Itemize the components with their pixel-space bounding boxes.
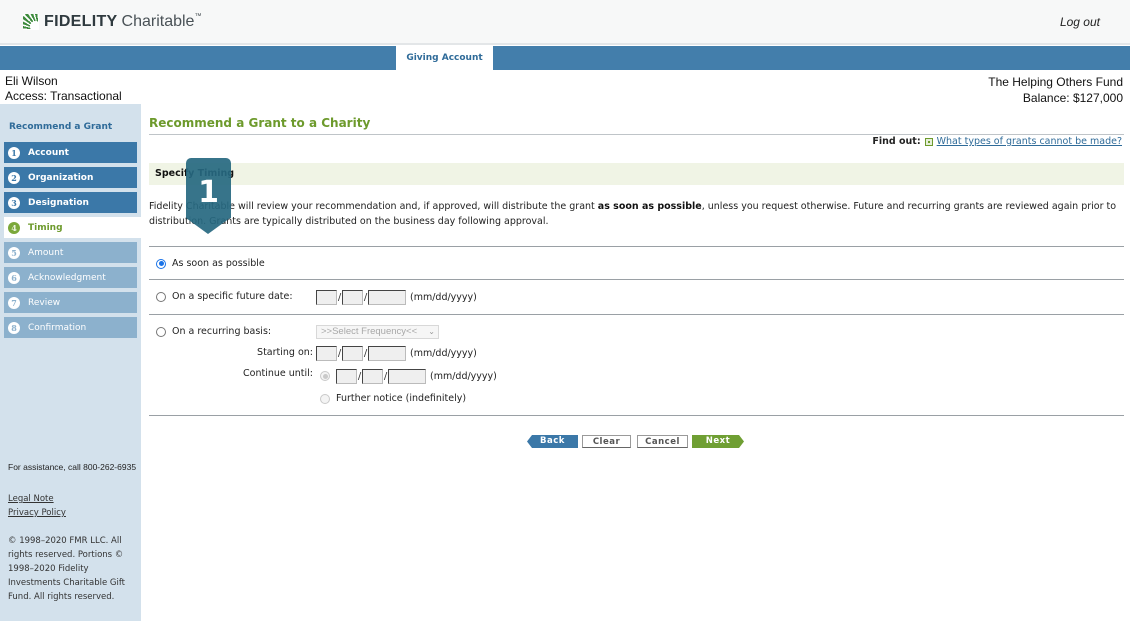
step-acknowledgment: 6 Acknowledgment [4,267,137,288]
fund-name: The Helping Others Fund [988,75,1123,89]
step-account[interactable]: 1 Account [4,142,137,163]
tab-giving-account[interactable]: Giving Account [396,46,493,70]
radio-recurring[interactable] [156,326,166,337]
option-further-notice[interactable]: Further notice (indefinitely) [320,393,466,404]
cancel-button[interactable]: Cancel [637,435,688,448]
step-organization[interactable]: 2 Organization [4,167,137,188]
grant-restrictions-link[interactable]: What types of grants cannot be made? [937,136,1122,147]
main-nav: Giving Account [0,46,1130,70]
divider [149,246,1124,247]
radio-asap[interactable] [156,258,166,269]
step-number-icon: 7 [8,296,20,309]
start-day-input[interactable] [342,346,363,361]
step-list: 1 Account 2 Organization 3 Designation 4… [4,142,141,342]
page-title: Recommend a Grant to a Charity [149,116,371,130]
option-recurring-label: On a recurring basis: [172,326,272,337]
logo-text-bold: FIDELITY [44,13,118,30]
step-number-icon: 5 [8,246,20,259]
step-timing[interactable]: 4 Timing [4,217,141,238]
future-month-input[interactable] [316,290,337,305]
logo-text-light: Charitable™ [122,13,202,31]
start-date-input: / / (mm/dd/yyyy) [316,346,477,361]
sidebar-title: Recommend a Grant [9,122,113,132]
step-label: Amount [28,247,64,258]
option-recurring[interactable]: On a recurring basis: [156,326,271,337]
date-format-hint: (mm/dd/yyyy) [410,348,477,359]
step-number-icon: 8 [8,321,20,334]
start-month-input[interactable] [316,346,337,361]
start-year-input[interactable] [368,346,406,361]
top-header: FIDELITY Charitable™ Log out [0,0,1130,45]
privacy-policy-link[interactable]: Privacy Policy [8,506,66,520]
assistance-phone: For assistance, call 800-262-6935 [8,462,137,472]
step-label: Organization [28,172,94,183]
find-out-label: Find out: [872,136,921,147]
user-info: Eli Wilson Access: Transactional [5,74,122,104]
option-future-date[interactable]: On a specific future date: [156,291,293,302]
until-year-input[interactable] [388,369,426,384]
step-number-icon: 1 [8,146,20,159]
divider [149,314,1124,315]
step-confirmation: 8 Confirmation [4,317,137,338]
radio-until-date[interactable] [320,371,330,381]
frequency-select-value: >>Select Frequency<< [321,326,418,337]
divider [149,415,1124,416]
continue-until-label: Continue until: [243,368,313,379]
option-asap-label: As soon as possible [172,258,265,269]
option-asap[interactable]: As soon as possible [156,258,265,269]
step-label: Acknowledgment [28,272,106,283]
step-amount: 5 Amount [4,242,137,263]
step-number-icon: 6 [8,271,20,284]
frequency-select[interactable]: >>Select Frequency<< ⌄ [316,325,439,339]
divider [149,134,1124,135]
future-date-input: / / (mm/dd/yyyy) [316,290,477,305]
option-future-label: On a specific future date: [172,291,293,302]
step-label: Timing [28,222,63,233]
step-label: Review [28,297,61,308]
until-month-input[interactable] [336,369,357,384]
copyright-text: © 1998–2020 FMR LLC. All rights reserved… [8,536,126,602]
access-level: Access: Transactional [5,89,122,103]
step-marker-callout: 1 [186,158,231,234]
step-number-icon: 2 [8,171,20,184]
step-number-icon: 4 [8,221,20,234]
step-number-icon: 3 [8,196,20,209]
step-label: Designation [28,197,89,208]
date-format-hint: (mm/dd/yyyy) [410,292,477,303]
trademark: ™ [194,13,202,20]
future-day-input[interactable] [342,290,363,305]
date-format-hint: (mm/dd/yyyy) [430,371,497,382]
popup-icon [924,137,933,146]
footer-links: Legal Note Privacy Policy [8,492,66,520]
clear-button[interactable]: Clear [582,435,631,448]
divider [149,279,1124,280]
logo-icon [23,14,39,30]
further-notice-label: Further notice (indefinitely) [336,393,467,404]
step-label: Confirmation [28,322,87,333]
logo-text-charitable: Charitable [121,13,195,30]
intro-text-bold: as soon as possible [597,201,702,212]
intro-text: Fidelity Charitable will review your rec… [149,199,1124,229]
starting-on-label: Starting on: [257,347,313,358]
step-designation[interactable]: 3 Designation [4,192,137,213]
back-button[interactable]: Back [527,435,578,448]
chevron-down-icon: ⌄ [428,327,435,336]
section-header: Specify Timing [149,163,1124,185]
until-date-input: / / (mm/dd/yyyy) [336,369,497,384]
fund-info: The Helping Others Fund Balance: $127,00… [988,74,1123,106]
legal-note-link[interactable]: Legal Note [8,492,66,506]
fund-balance: Balance: $127,000 [1022,91,1123,105]
find-out: Find out: What types of grants cannot be… [872,136,1122,147]
fidelity-charitable-logo[interactable]: FIDELITY Charitable™ [23,13,201,31]
radio-further-notice[interactable] [320,393,330,404]
logout-link[interactable]: Log out [1060,15,1100,29]
until-day-input[interactable] [362,369,383,384]
sidebar: Recommend a Grant 1 Account 2 Organizati… [0,104,141,621]
next-button[interactable]: Next [692,435,744,448]
future-year-input[interactable] [368,290,406,305]
step-review: 7 Review [4,292,137,313]
radio-future-date[interactable] [156,291,166,302]
step-label: Account [28,147,69,158]
user-name: Eli Wilson [5,74,58,88]
